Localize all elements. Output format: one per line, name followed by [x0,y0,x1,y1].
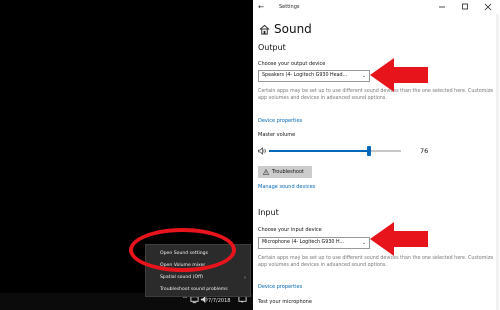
troubleshoot-label: Troubleshoot [272,169,304,175]
menu-item-troubleshoot-sound[interactable]: Troubleshoot sound problems [146,284,250,296]
input-device-label: Choose your input device [258,227,322,233]
annotation-red-arrow-input [370,222,428,256]
input-device-value: Microphone (4- Logitech G930 H... [262,240,345,245]
master-volume-slider-fill [269,150,370,152]
input-info-text: Certain apps may be set up to use differ… [258,256,494,268]
title-bar: ← Settings [253,0,500,14]
master-volume-value: 76 [420,147,429,155]
maximize-button[interactable] [459,2,471,12]
chevron-down-icon: ⌄ [361,73,366,79]
output-device-value: Speakers (4- Logitech G930 Head... [262,73,348,78]
back-button[interactable]: ← [256,2,266,12]
master-volume-slider-thumb[interactable] [367,146,372,156]
page-title: Sound [274,22,312,36]
output-device-properties-link[interactable]: Device properties [258,118,302,125]
manage-sound-devices-link[interactable]: Manage sound devices [258,184,315,191]
annotation-red-ellipse [129,228,236,272]
taskbar-clock[interactable]: 7/7/2018 [208,298,230,304]
master-volume-slider[interactable] [269,150,401,152]
window-title: Settings [279,4,300,10]
menu-item-spatial-sound[interactable]: Spatial sound (Off) › [146,272,250,284]
close-button[interactable] [482,2,494,12]
menu-item-spatial-sound-label: Spatial sound (Off) [160,275,204,280]
annotation-red-arrow-output [370,58,428,92]
input-device-properties-link[interactable]: Device properties [258,284,302,291]
input-heading: Input [258,208,279,217]
output-device-label: Choose your output device [258,61,326,67]
chevron-right-icon: › [244,275,246,281]
chevron-down-icon: ⌄ [361,240,366,246]
output-heading: Output [258,43,286,52]
troubleshoot-button[interactable]: Troubleshoot [258,166,312,178]
warning-icon [263,169,269,175]
scrollbar[interactable] [496,14,499,310]
speaker-icon[interactable] [258,147,267,155]
output-device-dropdown[interactable]: Speakers (4- Logitech G930 Head... ⌄ [258,70,370,82]
input-device-dropdown[interactable]: Microphone (4- Logitech G930 H... ⌄ [258,237,370,249]
settings-window: ← Settings Sound Output Choose your outp… [253,0,500,310]
test-microphone-label: Test your microphone [258,299,312,305]
home-icon [259,24,270,35]
minimize-button[interactable] [436,2,448,12]
master-volume-label: Master volume [258,132,296,138]
